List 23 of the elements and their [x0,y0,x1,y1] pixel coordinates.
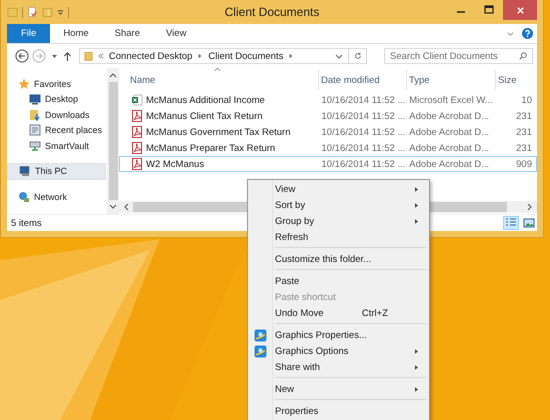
date-cell-text: 10/16/2014 11:52 ... [320,142,406,154]
size-cell-text: 231 [515,126,533,138]
date-cell-text: 10/16/2014 11:52 ... [320,158,406,170]
shortcut-label: Ctrl+Z [362,308,388,318]
size-cell-text: 231 [515,142,533,154]
file-name: McManus Preparer Tax Return [146,142,276,154]
date-cell-text: 10/16/2014 11:52 ... [320,110,406,122]
type-cell-text: Microsoft Excel W... [408,94,494,106]
type-cell-text: Adobe Acrobat D... [408,110,490,122]
size-cell-text: 10 [520,94,533,106]
date-cell-text: 10/16/2014 11:52 ... [320,126,406,138]
date-cell-text: 10/16/2014 11:52 ... [320,94,406,106]
type-cell-text: Adobe Acrobat D... [408,158,490,170]
item-count: 5 items [11,218,42,228]
window-title: Client Documents [224,5,320,19]
file-name: McManus Additional Income [146,94,265,106]
file-name: W2 McManus [146,158,204,170]
type-cell-text: Adobe Acrobat D... [408,126,490,138]
size-cell-text: 909 [515,158,533,170]
file-name: McManus Client Tax Return [146,110,263,122]
size-cell-text: 231 [515,110,533,122]
type-cell-text: Adobe Acrobat D... [408,142,490,154]
file-name: McManus Government Tax Return [146,126,290,138]
